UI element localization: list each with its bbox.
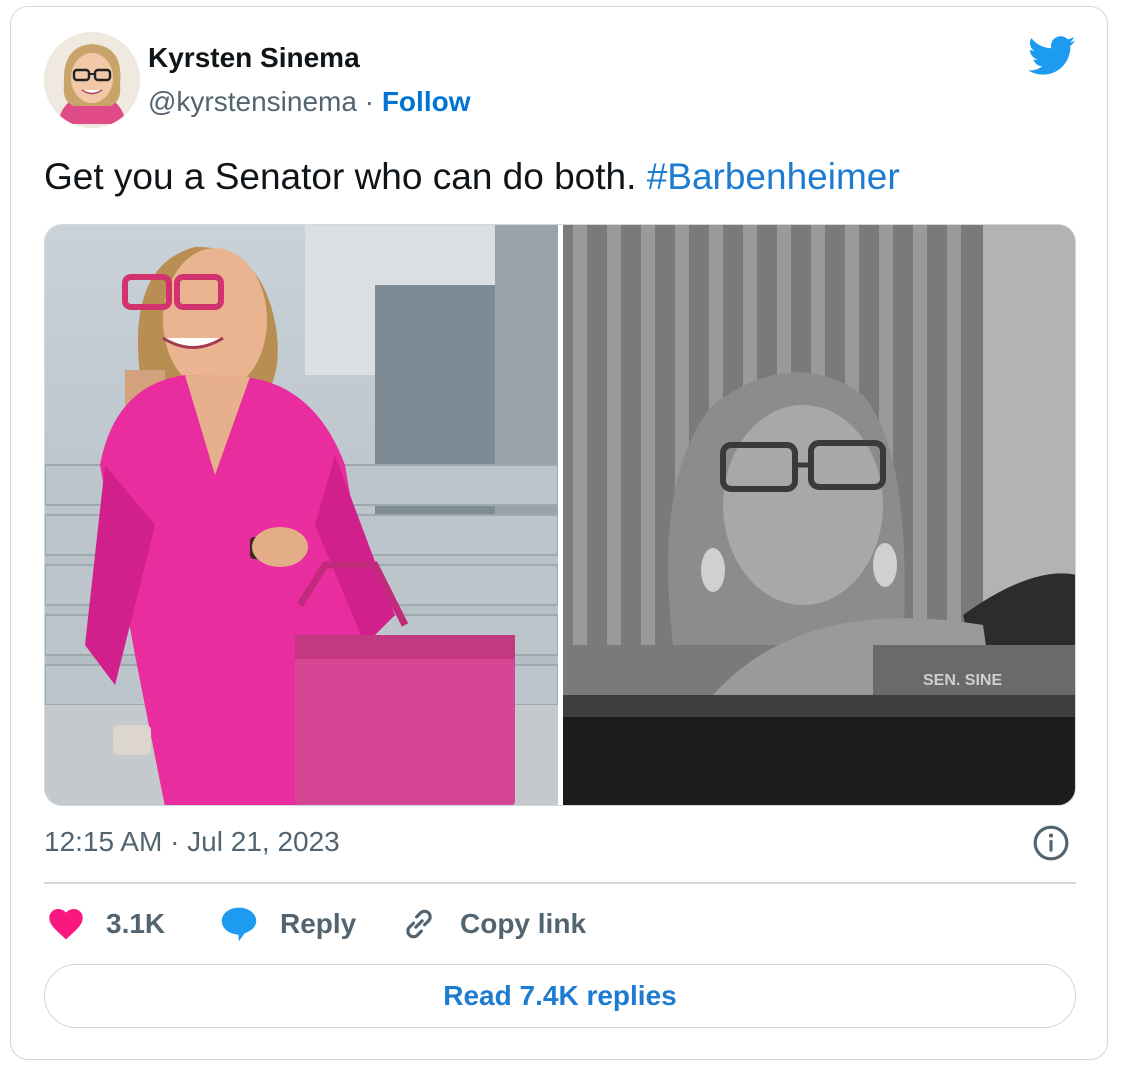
heart-icon bbox=[49, 909, 83, 940]
avatar[interactable] bbox=[44, 32, 140, 128]
author-handle-row: @kyrstensinema · Follow bbox=[148, 86, 470, 118]
photo-right[interactable]: SEN. SINE bbox=[563, 225, 1075, 805]
author-handle[interactable]: @kyrstensinema bbox=[148, 86, 357, 117]
photo-left[interactable] bbox=[45, 225, 558, 805]
tweet-timestamp[interactable]: 12:15 AM · Jul 21, 2023 bbox=[44, 826, 340, 858]
like-button[interactable]: 3.1K bbox=[48, 904, 165, 944]
twitter-bird-icon[interactable] bbox=[1028, 36, 1076, 76]
reply-button[interactable]: Reply bbox=[220, 904, 356, 944]
reply-bubble-icon bbox=[221, 907, 257, 942]
info-icon[interactable] bbox=[1032, 824, 1070, 862]
media-grid: SEN. SINE bbox=[44, 224, 1076, 806]
copy-link-label: Copy link bbox=[460, 908, 587, 939]
tweet-text: Get you a Senator who can do both. #Barb… bbox=[44, 156, 900, 198]
hashtag-link[interactable]: #Barbenheimer bbox=[647, 156, 900, 197]
divider bbox=[44, 882, 1076, 884]
tweet-body: Get you a Senator who can do both. bbox=[44, 156, 647, 197]
copy-link-button[interactable]: Copy link bbox=[400, 904, 586, 944]
author-name[interactable]: Kyrsten Sinema bbox=[148, 42, 360, 74]
reply-label: Reply bbox=[280, 908, 357, 939]
like-count: 3.1K bbox=[106, 908, 166, 939]
link-icon bbox=[406, 909, 432, 939]
handle-separator: · bbox=[364, 86, 375, 117]
follow-button[interactable]: Follow bbox=[382, 86, 471, 117]
photo-nameplate: SEN. SINE bbox=[923, 672, 1002, 689]
read-replies-button[interactable]: Read 7.4K replies bbox=[44, 964, 1076, 1028]
